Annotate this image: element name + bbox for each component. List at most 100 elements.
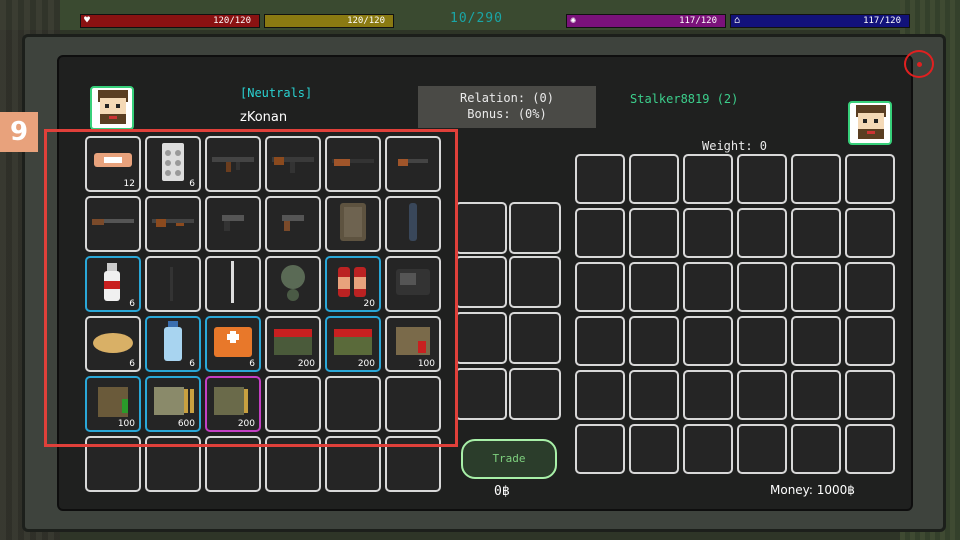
trader-slot[interactable] — [629, 316, 679, 366]
inventory-slot[interactable] — [385, 376, 441, 432]
trader-slot[interactable] — [683, 154, 733, 204]
inventory-slot[interactable] — [85, 196, 141, 252]
trader-slot[interactable] — [683, 262, 733, 312]
inventory-slot[interactable] — [385, 256, 441, 312]
inventory-slot[interactable] — [205, 256, 261, 312]
trader-slot[interactable] — [737, 370, 787, 420]
inventory-slot[interactable] — [325, 376, 381, 432]
inventory-slot[interactable] — [265, 376, 321, 432]
trader-slot[interactable] — [629, 370, 679, 420]
trader-slot[interactable] — [845, 208, 895, 258]
offer-slot[interactable] — [455, 312, 507, 364]
inventory-slot[interactable] — [385, 136, 441, 192]
trader-slot[interactable] — [683, 424, 733, 474]
trader-slot[interactable] — [845, 154, 895, 204]
inventory-slot[interactable] — [205, 136, 261, 192]
inventory-slot[interactable]: 6 — [85, 316, 141, 372]
trader-slot[interactable] — [791, 208, 841, 258]
trader-slot[interactable] — [629, 208, 679, 258]
player-name: zKonan — [240, 110, 288, 125]
item-quantity: 20 — [363, 299, 375, 309]
trader-slot[interactable] — [845, 370, 895, 420]
item-quantity: 12 — [123, 179, 135, 189]
inventory-slot[interactable]: 200 — [205, 376, 261, 432]
inventory-slot[interactable]: 12 — [85, 136, 141, 192]
trader-slot[interactable] — [683, 370, 733, 420]
item-quantity: 6 — [249, 359, 255, 369]
inventory-slot[interactable] — [265, 436, 321, 492]
offer-slot[interactable] — [455, 202, 507, 254]
gas-mask-icon — [270, 259, 316, 309]
inventory-slot[interactable]: 6 — [145, 316, 201, 372]
inventory-slot[interactable] — [265, 196, 321, 252]
offer-slot[interactable] — [509, 256, 561, 308]
item-quantity: 6 — [189, 179, 195, 189]
inventory-slot[interactable] — [385, 196, 441, 252]
trader-slot[interactable] — [737, 208, 787, 258]
mental-bar: ✺ 117/120 — [566, 14, 726, 28]
trader-slot[interactable] — [791, 370, 841, 420]
step-badge: 9 — [0, 112, 38, 152]
trader-avatar — [848, 101, 892, 145]
inventory-slot[interactable] — [205, 436, 261, 492]
inventory-slot[interactable] — [265, 136, 321, 192]
pistol-brown-icon — [270, 199, 316, 249]
inventory-slot[interactable]: 6 — [145, 136, 201, 192]
hunger-bar: 120/120 — [264, 14, 394, 28]
trade-button[interactable]: Trade — [461, 439, 557, 479]
player-avatar — [90, 86, 134, 130]
trader-slot[interactable] — [845, 316, 895, 366]
trader-slot[interactable] — [737, 262, 787, 312]
inventory-slot[interactable] — [325, 196, 381, 252]
assault-rifle-icon — [210, 139, 256, 189]
trader-slot[interactable] — [845, 262, 895, 312]
trader-slot[interactable] — [737, 424, 787, 474]
trader-slot[interactable] — [791, 316, 841, 366]
inventory-slot[interactable]: 6 — [205, 316, 261, 372]
trader-slot[interactable] — [683, 208, 733, 258]
offer-slot[interactable] — [509, 202, 561, 254]
item-quantity: 600 — [177, 419, 195, 429]
inventory-slot[interactable] — [145, 196, 201, 252]
inventory-slot[interactable]: 600 — [145, 376, 201, 432]
offer-slot[interactable] — [455, 256, 507, 308]
trader-slot[interactable] — [683, 316, 733, 366]
inventory-slot[interactable] — [325, 136, 381, 192]
trader-weight: Weight: 0 — [702, 139, 768, 153]
inventory-slot[interactable] — [145, 436, 201, 492]
assault-rifle-ak-icon — [270, 139, 316, 189]
trader-slot[interactable] — [629, 262, 679, 312]
inventory-slot[interactable] — [265, 256, 321, 312]
trader-slot[interactable] — [737, 316, 787, 366]
inventory-slot[interactable]: 200 — [265, 316, 321, 372]
offer-slot[interactable] — [455, 368, 507, 420]
inventory-slot[interactable]: 200 — [325, 316, 381, 372]
inventory-slot[interactable] — [325, 436, 381, 492]
inventory-slot[interactable] — [145, 256, 201, 312]
trader-slot[interactable] — [629, 154, 679, 204]
trader-slot[interactable] — [575, 424, 625, 474]
inventory-slot[interactable]: 100 — [385, 316, 441, 372]
inventory-slot[interactable]: 20 — [325, 256, 381, 312]
trader-slot[interactable] — [575, 262, 625, 312]
inventory-slot[interactable]: 6 — [85, 256, 141, 312]
trader-slot[interactable] — [575, 208, 625, 258]
trader-slot[interactable] — [575, 316, 625, 366]
close-button[interactable] — [904, 50, 934, 78]
inventory-slot[interactable] — [205, 196, 261, 252]
offer-slot[interactable] — [509, 312, 561, 364]
inventory-slot[interactable]: 100 — [85, 376, 141, 432]
trader-slot[interactable] — [737, 154, 787, 204]
trader-slot[interactable] — [791, 262, 841, 312]
hunting-rifle-icon — [330, 139, 376, 189]
trader-slot[interactable] — [575, 370, 625, 420]
inventory-slot[interactable] — [385, 436, 441, 492]
offer-slot[interactable] — [509, 368, 561, 420]
inventory-slot[interactable] — [85, 436, 141, 492]
trader-slot[interactable] — [845, 424, 895, 474]
offer-money: 0฿ — [494, 484, 510, 499]
trader-slot[interactable] — [791, 424, 841, 474]
trader-slot[interactable] — [575, 154, 625, 204]
trader-slot[interactable] — [791, 154, 841, 204]
trader-slot[interactable] — [629, 424, 679, 474]
